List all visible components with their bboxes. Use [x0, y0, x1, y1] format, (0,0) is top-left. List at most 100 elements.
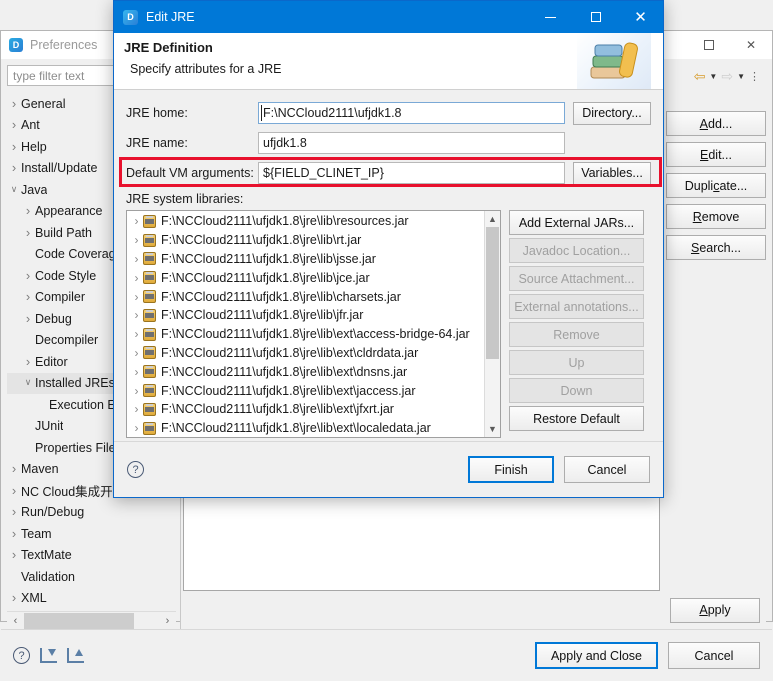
finish-button[interactable]: Finish — [468, 456, 554, 483]
library-item[interactable]: › F:\NCCloud2111\ufjdk1.8\jre\lib\charset… — [127, 287, 484, 306]
library-path: F:\NCCloud2111\ufjdk1.8\jre\lib\ext\jfxr… — [161, 402, 394, 417]
view-menu-icon[interactable]: ⋮ — [749, 70, 760, 83]
duplicate-button[interactable]: Dupli c ate... — [666, 173, 766, 198]
preferences-maximize-button[interactable] — [688, 31, 730, 59]
restore-default-button[interactable]: Restore Default — [509, 406, 644, 431]
scroll-thumb[interactable] — [485, 227, 499, 359]
library-item[interactable]: › F:\NCCloud2111\ufjdk1.8\jre\lib\ext\acc… — [127, 325, 484, 344]
edit-button[interactable]: Edit... — [666, 142, 766, 167]
export-icon[interactable] — [67, 648, 84, 663]
jre-home-row: JRE home: F:\NCCloud2111\ufjdk1.8 Director… — [126, 100, 651, 126]
back-dropdown-icon[interactable]: ▼ — [709, 72, 717, 81]
scroll-left-icon[interactable]: ‹ — [7, 615, 24, 627]
search-button[interactable]: Search... — [666, 235, 766, 260]
chevron-right-icon[interactable] — [7, 161, 21, 175]
sidebar-item-validation[interactable]: Validation — [7, 566, 170, 588]
chevron-right-icon[interactable] — [21, 355, 35, 369]
chevron-right-icon[interactable] — [7, 118, 21, 132]
chevron-right-icon[interactable]: › — [130, 421, 143, 435]
library-item[interactable]: › F:\NCCloud2111\ufjdk1.8\jre\lib\ext\jfx… — [127, 400, 484, 419]
apply-and-close-button[interactable]: Apply and Close — [534, 642, 658, 669]
chevron-right-icon[interactable] — [7, 591, 21, 605]
sidebar-item-run-debug[interactable]: Run/Debug — [7, 502, 170, 524]
chevron-right-icon[interactable]: › — [130, 384, 143, 398]
chevron-right-icon[interactable]: › — [130, 327, 143, 341]
jre-libraries-row: › F:\NCCloud2111\ufjdk1.8\jre\lib\resourc… — [114, 210, 663, 438]
scroll-up-icon[interactable]: ▲ — [485, 211, 501, 227]
preferences-cancel-button[interactable]: Cancel — [668, 642, 760, 669]
chevron-right-icon[interactable] — [21, 290, 35, 304]
chevron-right-icon[interactable] — [7, 527, 21, 541]
forward-dropdown-icon[interactable]: ▼ — [737, 72, 745, 81]
preferences-close-button[interactable]: ✕ — [730, 31, 772, 59]
chevron-right-icon[interactable]: › — [130, 271, 143, 285]
back-arrow-icon[interactable]: ⇦ — [694, 68, 706, 85]
jre-libraries-items[interactable]: › F:\NCCloud2111\ufjdk1.8\jre\lib\resourc… — [127, 211, 484, 437]
hscroll-track[interactable] — [24, 612, 159, 629]
library-item[interactable]: › F:\NCCloud2111\ufjdk1.8\jre\lib\ext\dns… — [127, 362, 484, 381]
sidebar-item-xml[interactable]: XML — [7, 588, 170, 610]
library-item[interactable]: › F:\NCCloud2111\ufjdk1.8\jre\lib\jfr.jar — [127, 306, 484, 325]
chevron-right-icon[interactable]: › — [130, 252, 143, 266]
scroll-track[interactable] — [484, 227, 500, 421]
add-external-jars-button[interactable]: Add External JARs... — [509, 210, 644, 235]
chevron-right-icon[interactable] — [21, 226, 35, 240]
jre-name-row: JRE name: ufjdk1.8 — [126, 130, 651, 156]
chevron-right-icon[interactable] — [7, 505, 21, 519]
scroll-down-icon[interactable]: ▼ — [485, 421, 501, 437]
dialog-minimize-button[interactable] — [528, 1, 573, 33]
chevron-right-icon[interactable] — [21, 204, 35, 218]
chevron-right-icon[interactable] — [21, 312, 35, 326]
chevron-right-icon[interactable] — [7, 548, 21, 562]
sidebar-item-label: Debug — [35, 311, 72, 326]
sidebar-item-team[interactable]: Team — [7, 523, 170, 545]
chevron-right-icon[interactable]: › — [130, 365, 143, 379]
libraries-vertical-scrollbar[interactable]: ▲ ▼ — [484, 211, 500, 437]
library-item[interactable]: › F:\NCCloud2111\ufjdk1.8\jre\lib\rt.jar — [127, 231, 484, 250]
chevron-right-icon[interactable] — [21, 269, 35, 283]
library-item[interactable]: › F:\NCCloud2111\ufjdk1.8\jre\lib\jsse.ja… — [127, 250, 484, 269]
dialog-maximize-button[interactable] — [573, 1, 618, 33]
chevron-right-icon[interactable] — [7, 484, 21, 498]
help-icon[interactable]: ? — [13, 647, 30, 664]
default-vm-arguments-label: Default VM arguments: — [126, 166, 254, 180]
library-item[interactable]: › F:\NCCloud2111\ufjdk1.8\jre\lib\ext\loc… — [127, 419, 484, 437]
add-button[interactable]: Add... — [666, 111, 766, 136]
sidebar-item-label: Team — [21, 526, 52, 541]
apply-button[interactable]: Apply — [670, 597, 760, 623]
jre-home-input[interactable]: F:\NCCloud2111\ufjdk1.8 — [258, 102, 565, 124]
library-item[interactable]: › F:\NCCloud2111\ufjdk1.8\jre\lib\jce.jar — [127, 268, 484, 287]
default-vm-arguments-input[interactable]: ${FIELD_CLINET_IP} — [258, 162, 565, 184]
chevron-down-icon[interactable] — [21, 378, 35, 388]
chevron-right-icon[interactable]: › — [130, 308, 143, 322]
chevron-right-icon[interactable] — [7, 97, 21, 111]
sidebar-item-textmate[interactable]: TextMate — [7, 545, 170, 567]
chevron-right-icon[interactable]: › — [130, 214, 143, 228]
remove-button[interactable]: Remove — [666, 204, 766, 229]
chevron-right-icon[interactable] — [7, 462, 21, 476]
tree-horizontal-scrollbar[interactable]: ‹ › — [7, 611, 176, 629]
help-icon[interactable]: ? — [127, 461, 144, 478]
chevron-right-icon[interactable] — [7, 140, 21, 154]
btn-label-post: dd... — [708, 116, 733, 131]
hscroll-thumb[interactable] — [24, 612, 134, 629]
library-item[interactable]: › F:\NCCloud2111\ufjdk1.8\jre\lib\resourc… — [127, 212, 484, 231]
jre-name-input[interactable]: ufjdk1.8 — [258, 132, 565, 154]
scroll-right-icon[interactable]: › — [159, 615, 176, 627]
library-item[interactable]: › F:\NCCloud2111\ufjdk1.8\jre\lib\ext\jac… — [127, 381, 484, 400]
jre-libraries-list[interactable]: › F:\NCCloud2111\ufjdk1.8\jre\lib\resourc… — [126, 210, 501, 438]
directory-button[interactable]: Directory... — [573, 101, 651, 125]
variables-button[interactable]: Variables... — [573, 161, 651, 185]
chevron-down-icon[interactable] — [7, 185, 21, 195]
forward-arrow-icon[interactable]: ⇨ — [721, 68, 733, 85]
chevron-right-icon[interactable]: › — [130, 233, 143, 247]
dialog-cancel-button[interactable]: Cancel — [564, 456, 650, 483]
maximize-icon — [590, 12, 601, 22]
library-item[interactable]: › F:\NCCloud2111\ufjdk1.8\jre\lib\ext\cld… — [127, 344, 484, 363]
chevron-right-icon[interactable]: › — [130, 290, 143, 304]
import-icon[interactable] — [40, 648, 57, 663]
dialog-close-button[interactable]: ✕ — [618, 1, 663, 33]
chevron-right-icon[interactable]: › — [130, 402, 143, 416]
sidebar-item-label: XML — [21, 591, 47, 606]
chevron-right-icon[interactable]: › — [130, 346, 143, 360]
